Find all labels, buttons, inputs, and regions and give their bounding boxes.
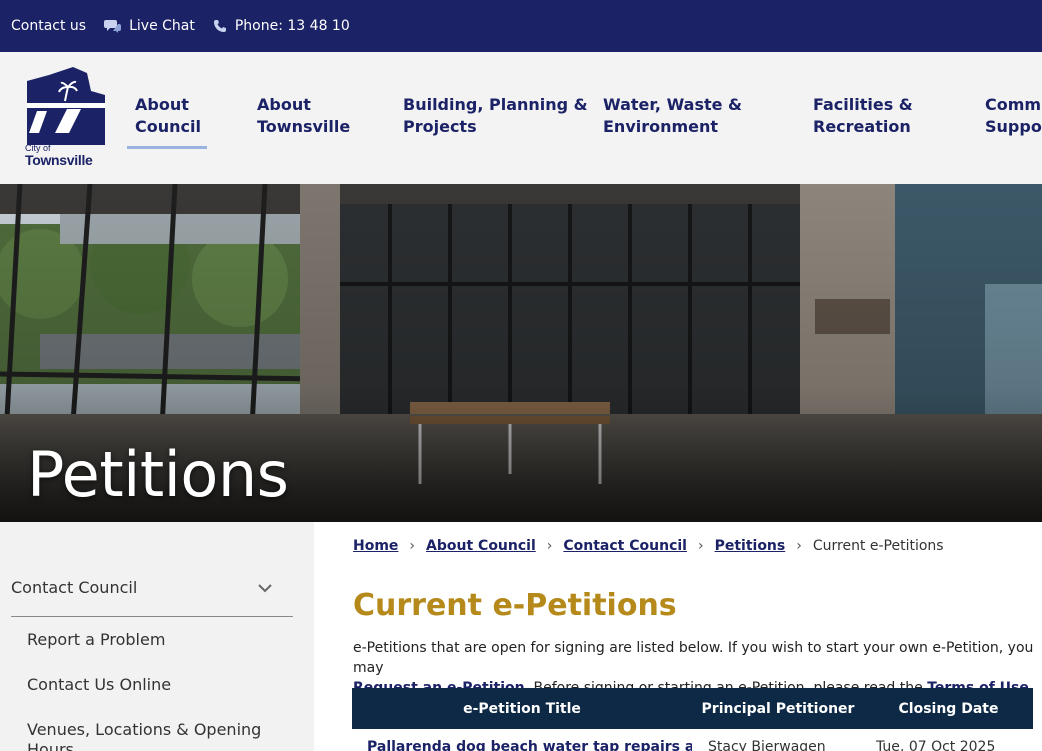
sidebar-heading-label: Contact Council (11, 578, 138, 597)
contact-us-link[interactable]: Contact us (11, 18, 86, 34)
hero-banner: Petitions (0, 184, 1042, 522)
utility-bar: Contact us Live Chat Phone: 13 48 10 (0, 0, 1042, 52)
chat-bubble-icon (104, 19, 122, 33)
chevron-down-icon[interactable] (257, 580, 273, 600)
chevron-right-icon: › (796, 538, 802, 554)
petitions-table: e-Petition Title Principal Petitioner Cl… (352, 688, 1033, 751)
chevron-right-icon: › (697, 538, 704, 554)
chevron-right-icon: › (546, 538, 553, 554)
sidebar-heading-contact-council[interactable]: Contact Council (11, 578, 293, 617)
phone-icon (213, 19, 227, 33)
contact-us-label: Contact us (11, 18, 87, 34)
page-title: Current e-Petitions (353, 588, 677, 623)
phone-label: Phone: 13 48 10 (234, 18, 350, 34)
sidebar-item-venues[interactable]: Venues, Locations & Opening Hours (27, 720, 287, 751)
nav-facilities-recreation[interactable]: Facilities & Recreation (813, 94, 913, 138)
table-row: Pallarenda dog beach water tap repairs a… (352, 729, 1033, 751)
petition-title-link[interactable]: Pallarenda dog beach water tap repairs a… (352, 739, 692, 751)
hero-title: Petitions (27, 438, 289, 511)
sidebar-item-contact-online[interactable]: Contact Us Online (27, 675, 171, 694)
sidebar: Contact Council Report a Problem Contact… (0, 522, 314, 751)
breadcrumb: Home › About Council › Contact Council ›… (353, 538, 944, 554)
table-header: e-Petition Title Principal Petitioner Cl… (352, 688, 1033, 729)
chevron-right-icon: › (409, 538, 416, 554)
main-content: Home › About Council › Contact Council ›… (314, 522, 1042, 751)
nav-water-waste[interactable]: Water, Waste & Environment (603, 94, 742, 138)
breadcrumb-contact-council[interactable]: Contact Council (563, 538, 687, 554)
live-chat-label: Live Chat (129, 18, 195, 34)
breadcrumb-home[interactable]: Home (353, 538, 398, 554)
live-chat-link[interactable]: Live Chat (104, 18, 195, 34)
column-header-petitioner: Principal Petitioner (701, 700, 855, 717)
main-nav: About Council About Townsville Building,… (0, 52, 1042, 184)
intro-part-1: e-Petitions that are open for signing ar… (353, 640, 1034, 676)
nav-about-townsville[interactable]: About Townsville (257, 94, 350, 138)
sidebar-item-report-problem[interactable]: Report a Problem (27, 630, 165, 649)
breadcrumb-current: Current e-Petitions (812, 538, 944, 554)
column-header-closing-date: Closing Date (898, 700, 999, 717)
phone-link[interactable]: Phone: 13 48 10 (213, 18, 350, 34)
breadcrumb-about-council[interactable]: About Council (426, 538, 536, 554)
nav-building-planning[interactable]: Building, Planning & Projects (403, 94, 588, 138)
petition-petitioner: Stacy Bierwagen (708, 739, 826, 751)
site-header: City of Townsville About Council About T… (0, 52, 1042, 184)
petition-closing-date: Tue, 07 Oct 2025 (876, 739, 996, 751)
breadcrumb-petitions[interactable]: Petitions (715, 538, 786, 554)
column-header-title: e-Petition Title (463, 700, 581, 717)
nav-community-support[interactable]: Commu Suppor (985, 94, 1042, 138)
nav-about-council[interactable]: About Council (127, 94, 207, 149)
